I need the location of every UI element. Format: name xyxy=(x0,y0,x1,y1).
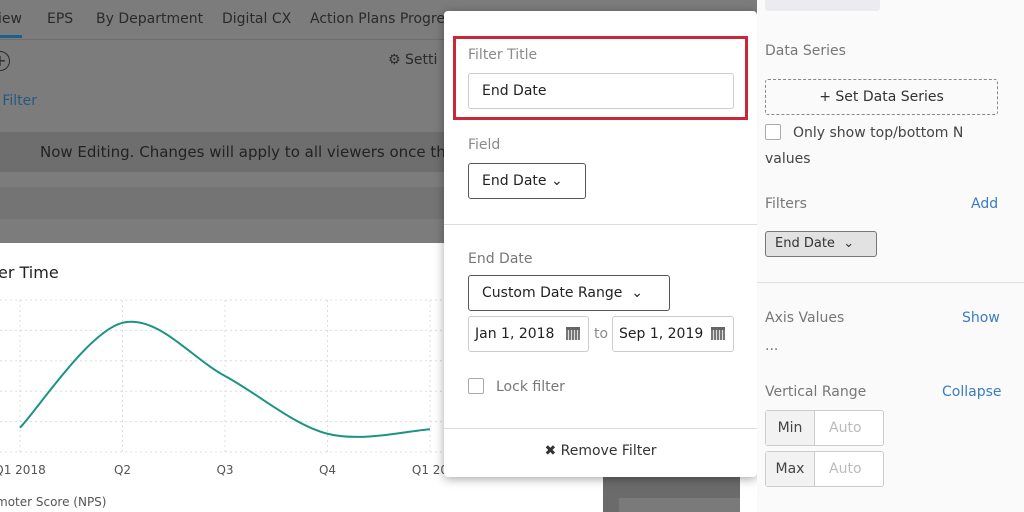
lock-filter-checkbox[interactable] xyxy=(468,378,484,394)
settings-label: Setti xyxy=(405,52,438,68)
tab-eps[interactable]: EPS xyxy=(47,11,73,27)
field-value: End Date xyxy=(482,173,547,189)
max-label: Max xyxy=(766,452,815,486)
x-tick-label: Q4 xyxy=(319,463,336,477)
add-filter-link[interactable]: Add xyxy=(971,196,998,212)
min-placeholder: Auto xyxy=(829,420,862,436)
series-line xyxy=(19,320,431,438)
filter-chip-label: End Date xyxy=(775,236,835,251)
tab-bar: iew EPS By Department Digital CX Action … xyxy=(0,0,452,40)
tab-action-plans[interactable]: Action Plans Progres xyxy=(310,11,452,27)
tab-by-department[interactable]: By Department xyxy=(96,11,203,27)
x-tick-label: Q3 xyxy=(216,463,233,477)
settings-button[interactable]: ⚙ Setti xyxy=(388,52,437,68)
calendar-icon[interactable] xyxy=(711,327,725,340)
from-date-input[interactable]: Jan 1, 2018 xyxy=(468,316,589,352)
calendar-icon[interactable] xyxy=(566,327,580,340)
data-series-label: Data Series xyxy=(765,43,846,59)
chevron-down-icon: ⌄ xyxy=(550,173,563,189)
min-range-input[interactable]: Min Auto xyxy=(765,410,884,446)
to-date-input[interactable]: Sep 1, 2019 xyxy=(612,316,734,352)
filter-chip-end-date[interactable]: End Date ⌄ xyxy=(765,231,877,257)
min-label: Min xyxy=(766,411,815,445)
set-data-series-label: Set Data Series xyxy=(835,89,944,105)
show-axis-values-link[interactable]: Show xyxy=(962,310,1000,326)
collapse-link[interactable]: Collapse xyxy=(942,384,1002,400)
editing-banner: Now Editing. Changes will apply to all v… xyxy=(0,132,445,172)
filter-title-input[interactable]: End Date xyxy=(468,73,734,109)
filter-title-label: Filter Title xyxy=(468,47,538,63)
x-axis-label: moter Score (NPS) xyxy=(0,495,107,509)
settings-panel: Data Series + Set Data Series Only show … xyxy=(757,0,1024,512)
tab-overview[interactable]: iew xyxy=(0,11,22,38)
lock-filter-label: Lock filter xyxy=(496,379,565,395)
remove-filter-button[interactable]: ✖ Remove Filter xyxy=(444,443,757,459)
x-tick-label: Q2 xyxy=(114,463,131,477)
x-tick-label: Q1 2018 xyxy=(0,463,46,477)
chevron-down-icon: ⌄ xyxy=(631,285,644,301)
set-data-series-button[interactable]: + Set Data Series xyxy=(765,79,998,115)
toolbar-band xyxy=(0,187,445,219)
axis-values-label: Axis Values xyxy=(765,310,845,326)
top-bottom-label: Only show top/bottom N xyxy=(793,125,964,141)
tab-digital-cx[interactable]: Digital CX xyxy=(222,11,291,27)
field-label: Field xyxy=(468,137,501,153)
axis-values-value: ... xyxy=(765,338,779,354)
end-date-label: End Date xyxy=(468,251,533,267)
plus-icon: + xyxy=(819,89,831,105)
filter-popup: Filter Title End Date Field End Date ⌄ E… xyxy=(444,11,757,477)
to-date-value: Sep 1, 2019 xyxy=(619,326,704,342)
vertical-range-label: Vertical Range xyxy=(765,384,867,400)
max-range-input[interactable]: Max Auto xyxy=(765,451,884,487)
add-filter-link[interactable]: l Filter xyxy=(0,93,37,109)
range-value: Custom Date Range xyxy=(482,285,623,301)
date-range-select[interactable]: Custom Date Range ⌄ xyxy=(468,275,670,311)
chevron-down-icon: ⌄ xyxy=(843,236,855,251)
gear-icon: ⚙ xyxy=(388,52,401,68)
to-label: to xyxy=(594,326,609,342)
from-date-value: Jan 1, 2018 xyxy=(475,326,555,342)
max-placeholder: Auto xyxy=(829,461,862,477)
line-chart: Q1 2018 Q2 Q3 Q4 Q1 20 xyxy=(0,299,445,477)
remove-filter-label: Remove Filter xyxy=(560,443,657,459)
x-tick-label: Q1 20 xyxy=(412,463,445,477)
top-bottom-label-cont: values xyxy=(765,151,811,167)
top-bottom-checkbox[interactable] xyxy=(765,124,781,140)
close-icon: ✖ xyxy=(544,443,557,459)
field-select[interactable]: End Date ⌄ xyxy=(468,163,586,199)
filters-label: Filters xyxy=(765,196,807,212)
